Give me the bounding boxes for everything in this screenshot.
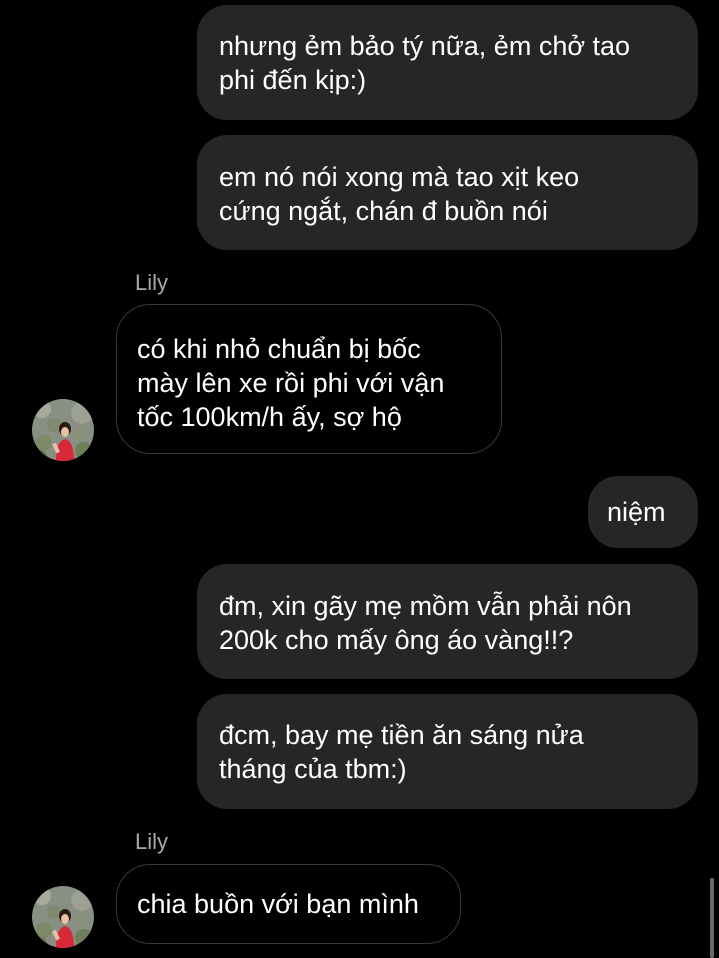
message-bubble-sent[interactable]: đm, xin gãy mẹ mồm vẫn phải nôn 200k cho… bbox=[197, 564, 698, 679]
message-bubble-sent[interactable]: em nó nói xong mà tao xịt keo cứng ngắt,… bbox=[197, 135, 698, 250]
profile-photo-avatar-icon bbox=[32, 399, 94, 461]
sender-name: Lily bbox=[135, 829, 169, 854]
message-bubble-sent[interactable]: niệm bbox=[588, 476, 698, 548]
scrollbar[interactable] bbox=[710, 878, 714, 958]
profile-photo-avatar-icon bbox=[32, 886, 94, 948]
message-bubble-sent[interactable]: nhưng ẻm bảo tý nữa, ẻm chở tao phi đến … bbox=[197, 5, 698, 120]
message-bubble-received[interactable]: có khi nhỏ chuẩn bị bốc mày lên xe rồi p… bbox=[116, 304, 502, 454]
message-bubble-received[interactable]: chia buồn với bạn mình bbox=[116, 864, 461, 944]
avatar[interactable] bbox=[32, 886, 94, 948]
message-bubble-sent[interactable]: đcm, bay mẹ tiền ăn sáng nửa tháng của t… bbox=[197, 694, 698, 809]
avatar[interactable] bbox=[32, 399, 94, 461]
sender-name: Lily bbox=[135, 270, 169, 295]
